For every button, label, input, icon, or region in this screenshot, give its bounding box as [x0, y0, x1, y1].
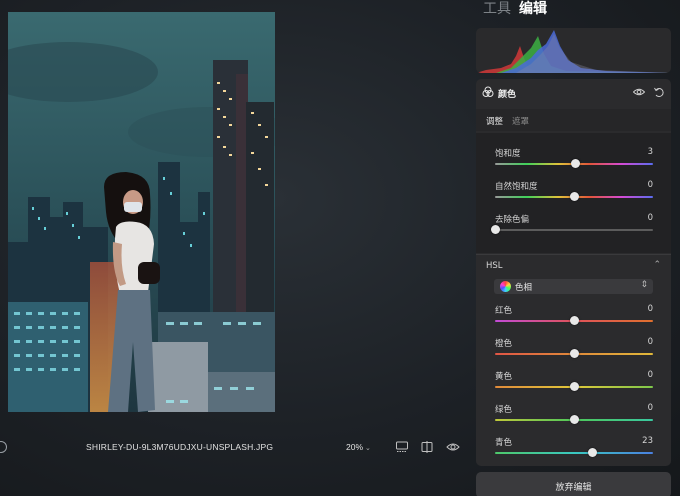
- color-panel-title: 颜色: [498, 90, 517, 100]
- color-subtabs: 调整 遮罩: [476, 109, 671, 131]
- slider-track[interactable]: [495, 452, 653, 454]
- divider: [476, 254, 671, 255]
- slider-hsl-red: 红色 0: [495, 304, 653, 334]
- color-circles-icon: [482, 86, 494, 97]
- slider-thumb[interactable]: [569, 316, 579, 325]
- hsl-title: HSL: [486, 261, 503, 271]
- slider-thumb[interactable]: [569, 415, 579, 424]
- zoom-dropdown[interactable]: 20% ⌄: [346, 442, 371, 452]
- slider-value[interactable]: 3: [648, 147, 653, 157]
- reset-icon[interactable]: [653, 86, 665, 98]
- eye-icon[interactable]: [446, 440, 460, 454]
- filmstrip-icon[interactable]: [395, 440, 409, 454]
- slider-label: 黄色: [495, 372, 513, 382]
- eye-icon[interactable]: [633, 86, 645, 98]
- edit-panel: 工具 编辑 颜色 调整 遮罩 饱和度 3 自然饱和度 0 去除色偏 0 HSL …: [475, 0, 680, 496]
- slider-value[interactable]: 0: [648, 337, 653, 347]
- slider-thumb[interactable]: [571, 159, 581, 168]
- slider-vibrance: 自然饱和度 0: [495, 180, 653, 210]
- hsl-mode-select[interactable]: 色相 ⇕: [494, 279, 653, 294]
- color-panel: 颜色 调整 遮罩 饱和度 3 自然饱和度 0 去除色偏 0 HSL ⌃ 色相 ⇕…: [476, 79, 671, 466]
- slider-hsl-orange: 橙色 0: [495, 337, 653, 367]
- slider-label: 橙色: [495, 339, 513, 349]
- slider-value[interactable]: 0: [648, 213, 653, 223]
- bottom-toolbar: SHIRLEY-DU-9L3M76UDJXU-UNSPLASH.JPG 20% ⌄: [0, 436, 475, 460]
- hsl-mode-value: 色相: [515, 283, 533, 293]
- slider-thumb[interactable]: [569, 382, 579, 391]
- histogram: [476, 28, 671, 73]
- color-panel-header[interactable]: 颜色: [476, 79, 671, 105]
- subtab-mask[interactable]: 遮罩: [512, 115, 529, 127]
- color-wheel-icon: [500, 281, 511, 292]
- slider-hsl-cyan: 青色 23: [495, 436, 653, 466]
- slider-hsl-green: 绿色 0: [495, 403, 653, 433]
- slider-value[interactable]: 0: [648, 304, 653, 314]
- histogram-graph: [476, 30, 671, 73]
- slider-thumb[interactable]: [490, 225, 500, 234]
- slider-label: 自然饱和度: [495, 182, 538, 192]
- discard-edits-label: 放弃编辑: [555, 483, 592, 493]
- info-icon[interactable]: [0, 441, 7, 453]
- slider-hsl-yellow: 黄色 0: [495, 370, 653, 400]
- subtab-adjust[interactable]: 调整: [486, 115, 503, 127]
- compare-icon[interactable]: [420, 440, 434, 454]
- slider-thumb[interactable]: [569, 349, 579, 358]
- discard-edits-button[interactable]: 放弃编辑: [476, 472, 671, 496]
- chevron-up-icon[interactable]: ⌃: [653, 260, 661, 270]
- color-sliders: 饱和度 3 自然饱和度 0 去除色偏 0: [476, 133, 671, 253]
- tab-tools[interactable]: 工具: [483, 0, 511, 18]
- slider-value[interactable]: 23: [642, 436, 653, 446]
- photo-image: [8, 12, 275, 412]
- slider-saturation: 饱和度 3: [495, 147, 653, 177]
- zoom-value: 20%: [346, 442, 364, 452]
- hsl-section-header[interactable]: HSL ⌃: [476, 257, 671, 275]
- panel-tabs: 工具 编辑: [483, 0, 558, 18]
- chevron-down-icon: ⌄: [365, 445, 371, 452]
- slider-value[interactable]: 0: [648, 403, 653, 413]
- slider-label: 饱和度: [495, 149, 521, 159]
- slider-label: 红色: [495, 306, 513, 316]
- updown-chevron-icon: ⇕: [640, 280, 648, 290]
- slider-label: 绿色: [495, 405, 513, 415]
- slider-track[interactable]: [495, 229, 653, 231]
- slider-value[interactable]: 0: [648, 180, 653, 190]
- filename-label: SHIRLEY-DU-9L3M76UDJXU-UNSPLASH.JPG: [86, 442, 274, 452]
- photo-canvas[interactable]: [8, 12, 275, 412]
- slider-thumb[interactable]: [587, 448, 597, 457]
- tab-edit[interactable]: 编辑: [519, 0, 547, 18]
- slider-remove-cast: 去除色偏 0: [490, 213, 653, 243]
- slider-label: 青色: [495, 438, 513, 448]
- slider-thumb[interactable]: [569, 192, 579, 201]
- slider-label: 去除色偏: [495, 215, 530, 225]
- slider-value[interactable]: 0: [648, 370, 653, 380]
